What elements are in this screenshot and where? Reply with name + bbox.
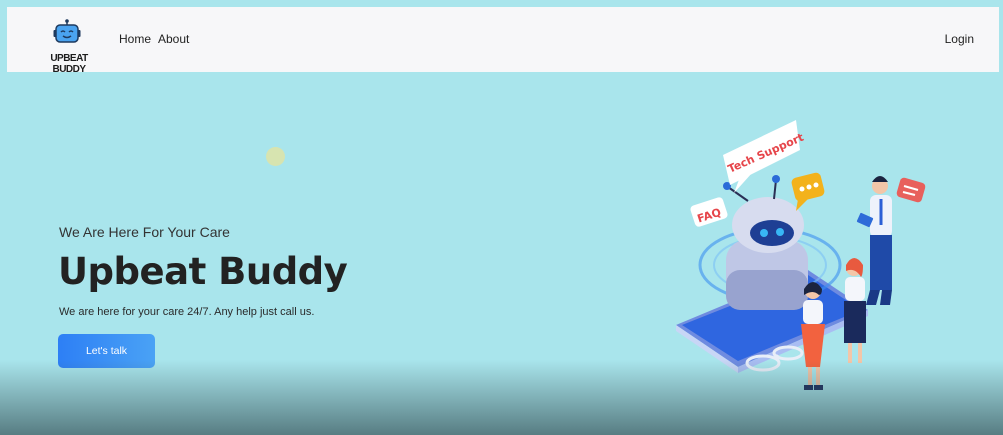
chat-dots-icon <box>791 172 825 211</box>
support-robot-illustration: FAQ Tech Support <box>676 120 926 390</box>
robot-logo-icon <box>53 19 81 43</box>
faq-bubble: FAQ <box>690 197 728 227</box>
navbar: UPBEAT BUDDY Home About Login <box>7 7 999 75</box>
lets-talk-button[interactable]: Let's talk <box>58 334 155 368</box>
brand-name: UPBEAT BUDDY <box>50 53 88 75</box>
nav-link-home[interactable]: Home <box>119 32 151 46</box>
hero-description: We are here for your care 24/7. Any help… <box>59 306 315 318</box>
woman-redhair <box>844 258 866 363</box>
decorative-dot <box>266 147 285 166</box>
nav-link-about[interactable]: About <box>158 32 189 46</box>
hero-title: Upbeat Buddy <box>58 250 348 293</box>
hero-subtitle: We Are Here For Your Care <box>59 224 230 240</box>
login-link[interactable]: Login <box>945 32 974 46</box>
brand-logo[interactable]: UPBEAT BUDDY <box>39 19 95 75</box>
message-icon <box>896 177 926 203</box>
